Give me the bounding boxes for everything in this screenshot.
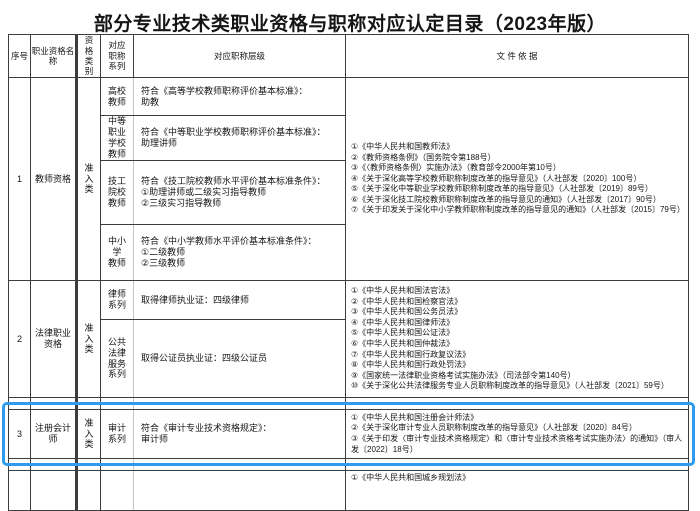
index-cell: 3 <box>9 410 31 459</box>
level-cell: 取得律师执业证：四级律师 <box>134 281 346 320</box>
qualification-name-cell: 法律职业 资格 <box>31 281 77 398</box>
series-cell: 中等 职业 学校 教师 <box>101 116 134 161</box>
series-cell: 律师 系列 <box>101 281 134 320</box>
level-cell: 符合《中等职业学校教师职称评价基本标准》： 助理讲师 <box>134 116 346 161</box>
level-cell: 符合《高等学校教师职称评价基本标准》： 助教 <box>134 78 346 116</box>
header-title-level: 对应职称层级 <box>134 35 346 78</box>
index-cell: 1 <box>9 78 31 281</box>
category-cell: 准 入 类 <box>77 410 101 459</box>
header-document-basis: 文 件 依 据 <box>346 35 689 78</box>
table-row-highlighted: 3 注册会计 师 准 入 类 审计 系列 符合《审计专业技术资格规定》： 审计师… <box>9 410 689 459</box>
level-cell: 取得公证员执业证：四级公证员 <box>134 320 346 398</box>
category-cell: 准 入 类 <box>77 78 101 281</box>
table-row: 2 法律职业 资格 准 入 类 律师 系列 取得律师执业证：四级律师 ①《中华人… <box>9 281 689 320</box>
header-title-series: 对应 职称 系列 <box>101 35 134 78</box>
spacer-row <box>9 459 689 471</box>
basis-cell: ①《中华人民共和国教师法》②《教师资格条例》（国务院令第188号）③《〈教师资格… <box>346 78 689 281</box>
page-title: 部分专业技术类职业资格与职称对应认定目录（2023年版） <box>0 9 700 36</box>
level-cell: 符合《审计专业技术资格规定》： 审计师 <box>134 410 346 459</box>
series-cell: 高校 教师 <box>101 78 134 116</box>
level-cell: 符合《中小学教师水平评价基本标准条件》： ①二级教师 ②三级教师 <box>134 225 346 281</box>
qualification-title-mapping-table: 序号 职业资格名 称 资 格 类 别 对应 职称 系列 对应职称层级 文 件 依… <box>8 34 689 511</box>
series-cell: 公共 法律 服务 系列 <box>101 320 134 398</box>
header-index: 序号 <box>9 35 31 78</box>
series-cell: 中小 学 教师 <box>101 225 134 281</box>
spacer-row <box>9 398 689 410</box>
header-category: 资 格 类 别 <box>77 35 101 78</box>
category-cell: 准 入 类 <box>77 281 101 398</box>
table-header-row: 序号 职业资格名 称 资 格 类 别 对应 职称 系列 对应职称层级 文 件 依… <box>9 35 689 78</box>
qualification-name-cell: 教师资格 <box>31 78 77 281</box>
level-cell: 符合《技工院校教师水平评价基本标准条件》： ①助理讲师或二级实习指导教师 ②三级… <box>134 161 346 225</box>
series-cell: 审计 系列 <box>101 410 134 459</box>
qualification-name-cell: 注册会计 师 <box>31 410 77 459</box>
table-row: 1 教师资格 准 入 类 高校 教师 符合《高等学校教师职称评价基本标准》： 助… <box>9 78 689 116</box>
index-cell: 2 <box>9 281 31 398</box>
basis-cell: ①《中华人民共和国法官法》②《中华人民共和国检察官法》③《中华人民共和国公务员法… <box>346 281 689 398</box>
basis-cell: ①《中华人民共和国注册会计师法》②《关于深化审计专业人员职称制度改革的指导意见》… <box>346 410 689 459</box>
series-cell: 技工 院校 教师 <box>101 161 134 225</box>
header-qualification-name: 职业资格名 称 <box>31 35 77 78</box>
